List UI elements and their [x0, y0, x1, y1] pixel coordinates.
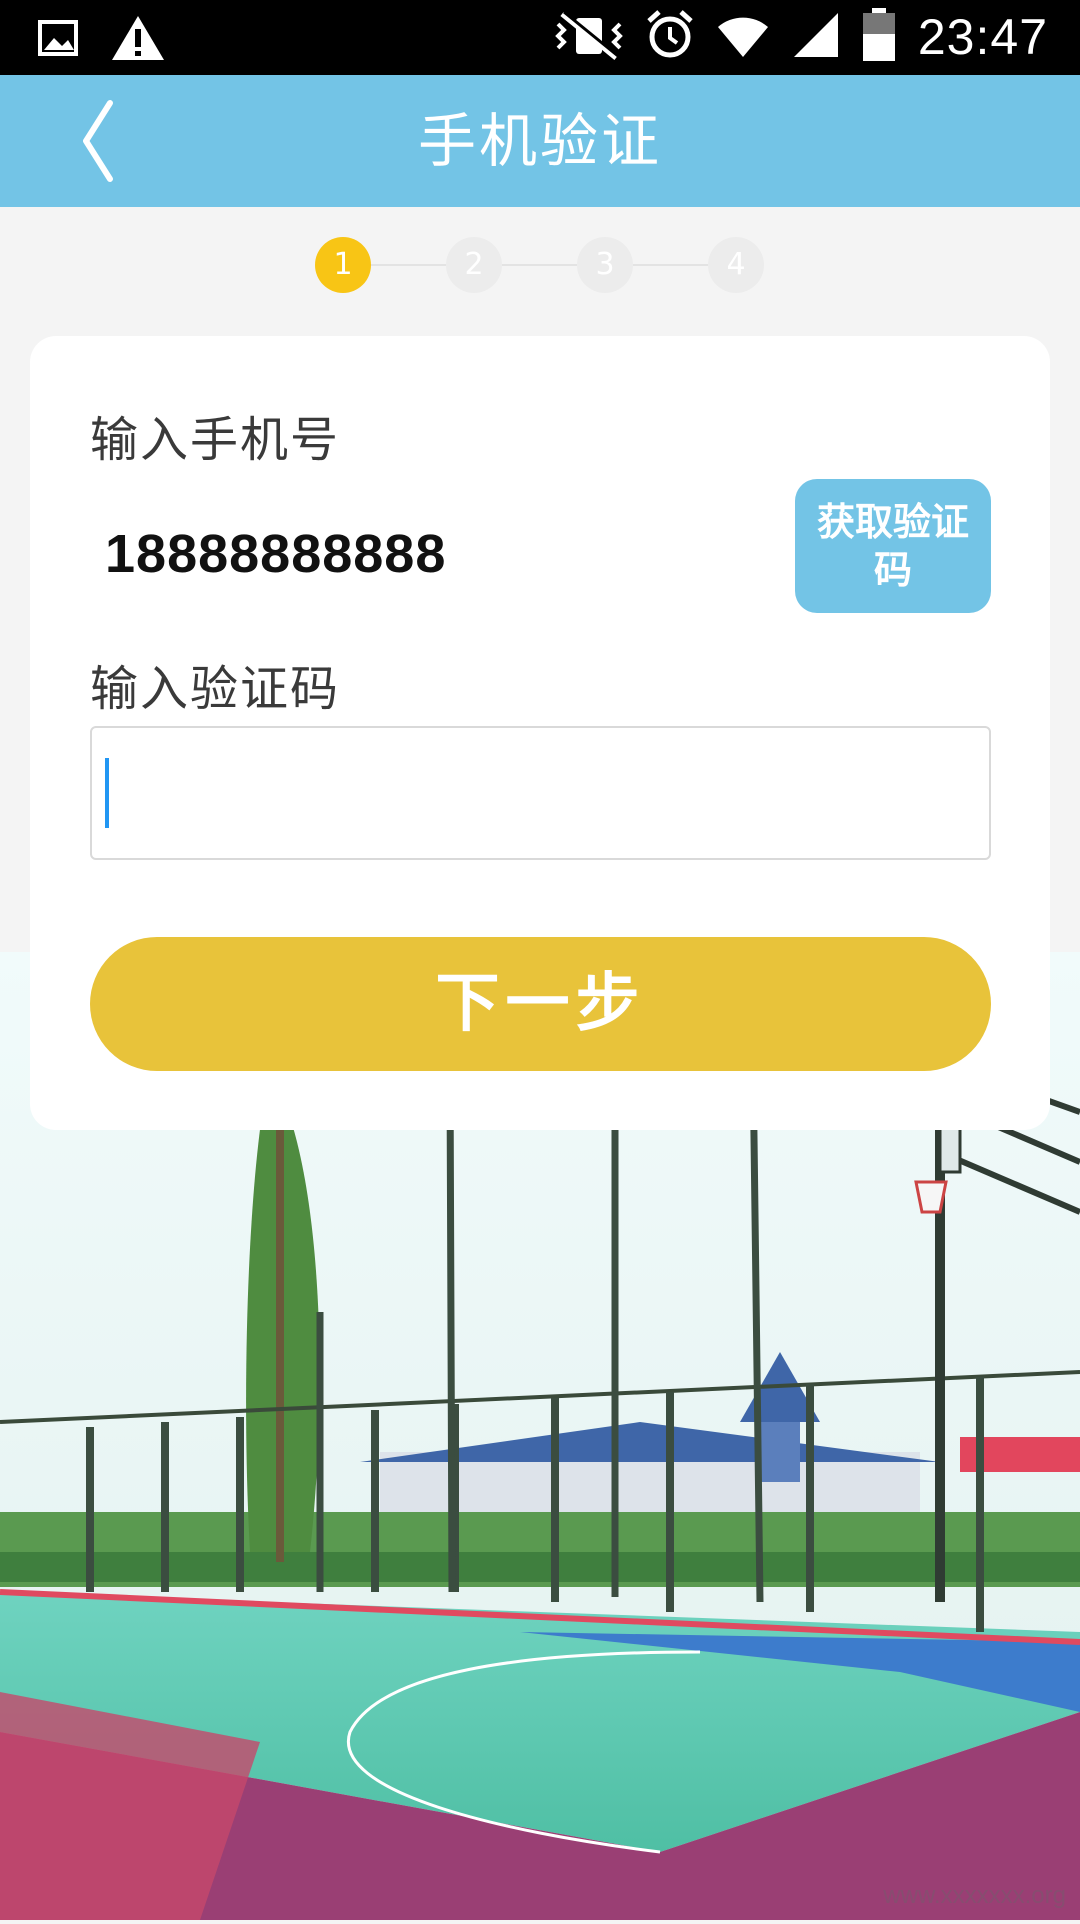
signal-icon [792, 11, 840, 63]
clock: 23:47 [917, 9, 1048, 65]
phone-label: 输入手机号 [90, 412, 341, 468]
step-connector [633, 264, 708, 266]
battery-icon [862, 8, 896, 66]
get-code-button[interactable]: 获取验证码 [795, 479, 991, 613]
phone-input[interactable] [105, 508, 705, 600]
gallery-icon [38, 20, 78, 60]
warning-icon [110, 14, 166, 66]
step-connector [502, 264, 577, 266]
step-indicator: 1 2 3 4 [0, 237, 1080, 293]
page-title: 手机验证 [417, 107, 662, 175]
code-label: 输入验证码 [90, 661, 341, 717]
step-1: 1 [315, 237, 371, 293]
step-3: 3 [577, 237, 633, 293]
next-button[interactable]: 下一步 [90, 937, 991, 1071]
code-input[interactable] [90, 726, 991, 860]
watermark: www.xxxxxxx.org [883, 1882, 1066, 1909]
alarm-icon [646, 9, 694, 65]
step-2: 2 [446, 237, 502, 293]
step-4: 4 [708, 237, 764, 293]
vibrate-icon [554, 10, 624, 64]
step-connector [371, 264, 446, 266]
wifi-icon [716, 11, 770, 63]
text-cursor [105, 758, 109, 828]
app-bar: 手机验证 [0, 75, 1080, 207]
status-bar: 23:47 [0, 0, 1080, 75]
verification-card: 输入手机号 获取验证码 输入验证码 下一步 [30, 336, 1050, 1130]
